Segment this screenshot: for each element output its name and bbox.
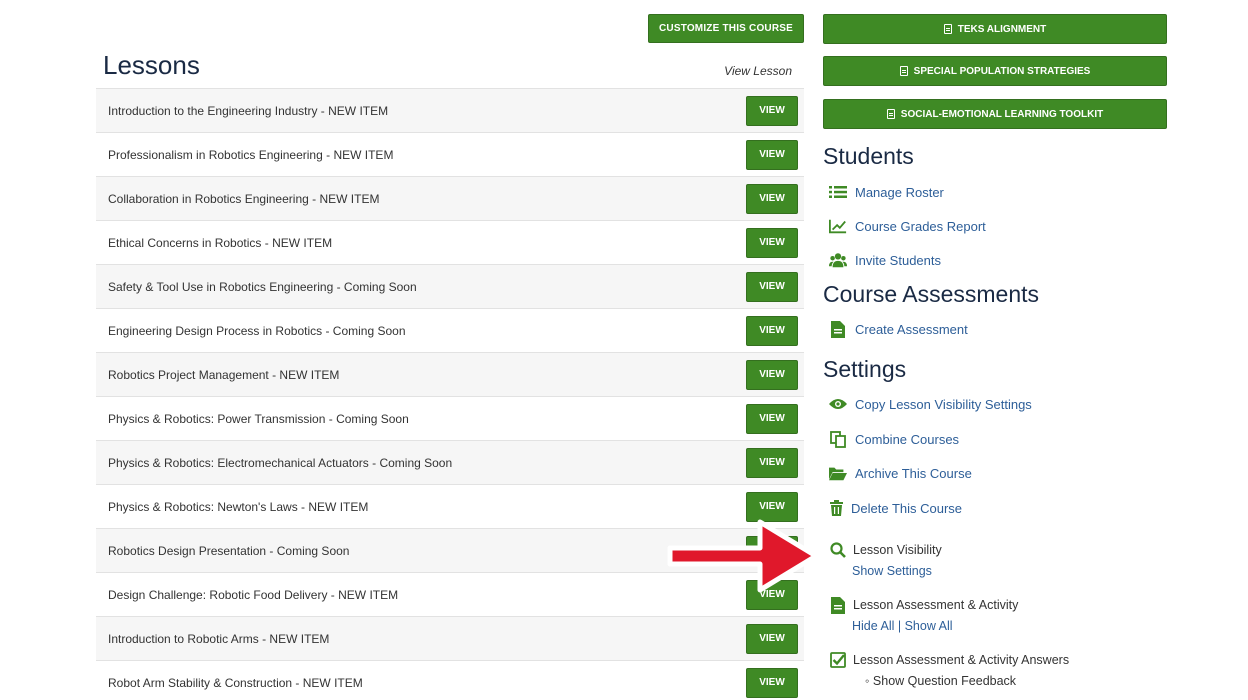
folder-open-icon bbox=[829, 465, 847, 481]
lesson-name: Safety & Tool Use in Robotics Engineerin… bbox=[108, 279, 417, 294]
assessment-answers-setting: Lesson Assessment & Activity Answers ◦ S… bbox=[829, 652, 1069, 688]
lesson-name: Engineering Design Process in Robotics -… bbox=[108, 323, 406, 338]
view-lesson-button[interactable]: VIEW bbox=[746, 183, 798, 214]
view-lesson-button[interactable]: VIEW bbox=[746, 139, 798, 170]
lesson-name: Design Challenge: Robotic Food Delivery … bbox=[108, 587, 399, 602]
lessons-heading: Lessons bbox=[103, 50, 200, 80]
invite-students-link[interactable]: Invite Students bbox=[829, 252, 941, 268]
users-icon bbox=[829, 252, 847, 268]
lesson-row: Ethical Concerns in Robotics - NEW ITEM … bbox=[96, 220, 804, 264]
copy-visibility-settings-label: Copy Lesson Visibility Settings bbox=[855, 396, 1032, 412]
show-question-feedback-option[interactable]: ◦ Show Question Feedback bbox=[865, 674, 1069, 688]
view-lesson-button[interactable]: VIEW bbox=[746, 403, 798, 434]
students-heading: Students bbox=[823, 143, 914, 169]
sel-toolkit-label: SOCIAL-EMOTIONAL LEARNING TOOLKIT bbox=[900, 108, 1104, 120]
lesson-name: Robot Arm Stability & Construction - NEW… bbox=[108, 675, 363, 690]
special-population-button[interactable]: SPECIAL POPULATION STRATEGIES bbox=[823, 56, 1167, 86]
manage-roster-link[interactable]: Manage Roster bbox=[829, 184, 944, 200]
delete-course-link[interactable]: Delete This Course bbox=[829, 500, 962, 516]
lesson-row: Robotics Project Management - NEW ITEM V… bbox=[96, 352, 804, 396]
checkbox-checked-icon bbox=[829, 652, 847, 668]
lesson-row: Introduction to the Engineering Industry… bbox=[96, 88, 804, 132]
red-arrow-annotation bbox=[667, 519, 819, 593]
settings-heading: Settings bbox=[823, 356, 907, 382]
list-icon bbox=[829, 184, 847, 200]
manage-roster-label: Manage Roster bbox=[855, 184, 944, 200]
teks-alignment-button[interactable]: TEKS ALIGNMENT bbox=[823, 14, 1167, 44]
copy-visibility-settings-link[interactable]: Copy Lesson Visibility Settings bbox=[829, 396, 1032, 412]
line-chart-icon bbox=[829, 218, 847, 234]
lesson-name: Professionalism in Robotics Engineering … bbox=[108, 147, 394, 162]
lesson-list: Introduction to the Engineering Industry… bbox=[96, 88, 804, 700]
lesson-name: Introduction to the Engineering Industry… bbox=[108, 103, 389, 118]
view-lesson-button[interactable]: VIEW bbox=[746, 359, 798, 390]
combine-courses-link[interactable]: Combine Courses bbox=[829, 430, 960, 448]
lesson-name: Robotics Project Management - NEW ITEM bbox=[108, 367, 340, 382]
document-icon bbox=[829, 596, 847, 614]
assessment-activity-setting: Lesson Assessment & Activity Hide All | … bbox=[829, 596, 1019, 633]
lesson-row: Introduction to Robotic Arms - NEW ITEM … bbox=[96, 616, 804, 660]
sel-toolkit-button[interactable]: SOCIAL-EMOTIONAL LEARNING TOOLKIT bbox=[823, 99, 1167, 129]
archive-course-link[interactable]: Archive This Course bbox=[829, 465, 972, 481]
view-lesson-button[interactable]: VIEW bbox=[746, 227, 798, 258]
assessment-activity-label: Lesson Assessment & Activity bbox=[853, 598, 1019, 612]
view-lesson-button[interactable]: VIEW bbox=[746, 447, 798, 478]
lesson-row: Physics & Robotics: Power Transmission -… bbox=[96, 396, 804, 440]
lesson-name: Physics & Robotics: Electromechanical Ac… bbox=[108, 455, 453, 470]
lesson-name: Collaboration in Robotics Engineering - … bbox=[108, 191, 380, 206]
customize-course-button[interactable]: CUSTOMIZE THIS COURSE bbox=[648, 14, 804, 43]
document-icon bbox=[899, 66, 908, 76]
view-lesson-button[interactable]: VIEW bbox=[746, 95, 798, 126]
copy-icon bbox=[829, 430, 847, 448]
document-icon bbox=[943, 24, 952, 34]
document-icon bbox=[886, 109, 895, 119]
lesson-name: Robotics Design Presentation - Coming So… bbox=[108, 543, 350, 558]
show-question-feedback-label: Show Question Feedback bbox=[872, 674, 1017, 688]
course-grades-report-label: Course Grades Report bbox=[855, 218, 986, 234]
teks-alignment-label: TEKS ALIGNMENT bbox=[957, 23, 1047, 35]
lesson-row: Professionalism in Robotics Engineering … bbox=[96, 132, 804, 176]
view-lesson-button[interactable]: VIEW bbox=[746, 271, 798, 302]
hide-show-all-links[interactable]: Hide All | Show All bbox=[852, 619, 1018, 633]
view-lesson-button[interactable]: VIEW bbox=[746, 315, 798, 346]
course-grades-report-link[interactable]: Course Grades Report bbox=[829, 218, 986, 234]
lesson-row: Physics & Robotics: Electromechanical Ac… bbox=[96, 440, 804, 484]
lesson-visibility-label: Lesson Visibility bbox=[853, 543, 942, 557]
lesson-name: Physics & Robotics: Newton's Laws - NEW … bbox=[108, 499, 369, 514]
lesson-name: Physics & Robotics: Power Transmission -… bbox=[108, 411, 409, 426]
invite-students-label: Invite Students bbox=[855, 252, 941, 268]
eye-icon bbox=[829, 396, 847, 412]
combine-courses-label: Combine Courses bbox=[855, 431, 960, 447]
lesson-visibility-setting: Lesson Visibility Show Settings bbox=[829, 542, 942, 578]
lesson-row: Safety & Tool Use in Robotics Engineerin… bbox=[96, 264, 804, 308]
lesson-row: Robot Arm Stability & Construction - NEW… bbox=[96, 660, 804, 700]
view-lesson-button[interactable]: VIEW bbox=[746, 623, 798, 654]
lesson-name: Introduction to Robotic Arms - NEW ITEM bbox=[108, 631, 330, 646]
lesson-name: Ethical Concerns in Robotics - NEW ITEM bbox=[108, 235, 333, 250]
course-assessments-heading: Course Assessments bbox=[823, 281, 1040, 307]
create-assessment-label: Create Assessment bbox=[855, 321, 968, 337]
trash-icon bbox=[829, 500, 843, 516]
create-assessment-link[interactable]: Create Assessment bbox=[829, 320, 968, 338]
archive-course-label: Archive This Course bbox=[855, 465, 972, 481]
search-icon bbox=[829, 542, 847, 558]
document-icon bbox=[829, 320, 847, 338]
show-settings-link[interactable]: Show Settings bbox=[852, 564, 942, 578]
view-lesson-column-header: View Lesson bbox=[724, 64, 792, 78]
lesson-row: Engineering Design Process in Robotics -… bbox=[96, 308, 804, 352]
course-sidebar: TEKS ALIGNMENT SPECIAL POPULATION STRATE… bbox=[823, 0, 1168, 700]
bullet-dot: ◦ bbox=[865, 674, 873, 688]
lesson-row: Collaboration in Robotics Engineering - … bbox=[96, 176, 804, 220]
assessment-answers-label: Lesson Assessment & Activity Answers bbox=[853, 653, 1070, 667]
view-lesson-button[interactable]: VIEW bbox=[746, 667, 798, 698]
delete-course-label: Delete This Course bbox=[851, 500, 963, 516]
special-population-label: SPECIAL POPULATION STRATEGIES bbox=[913, 65, 1091, 77]
